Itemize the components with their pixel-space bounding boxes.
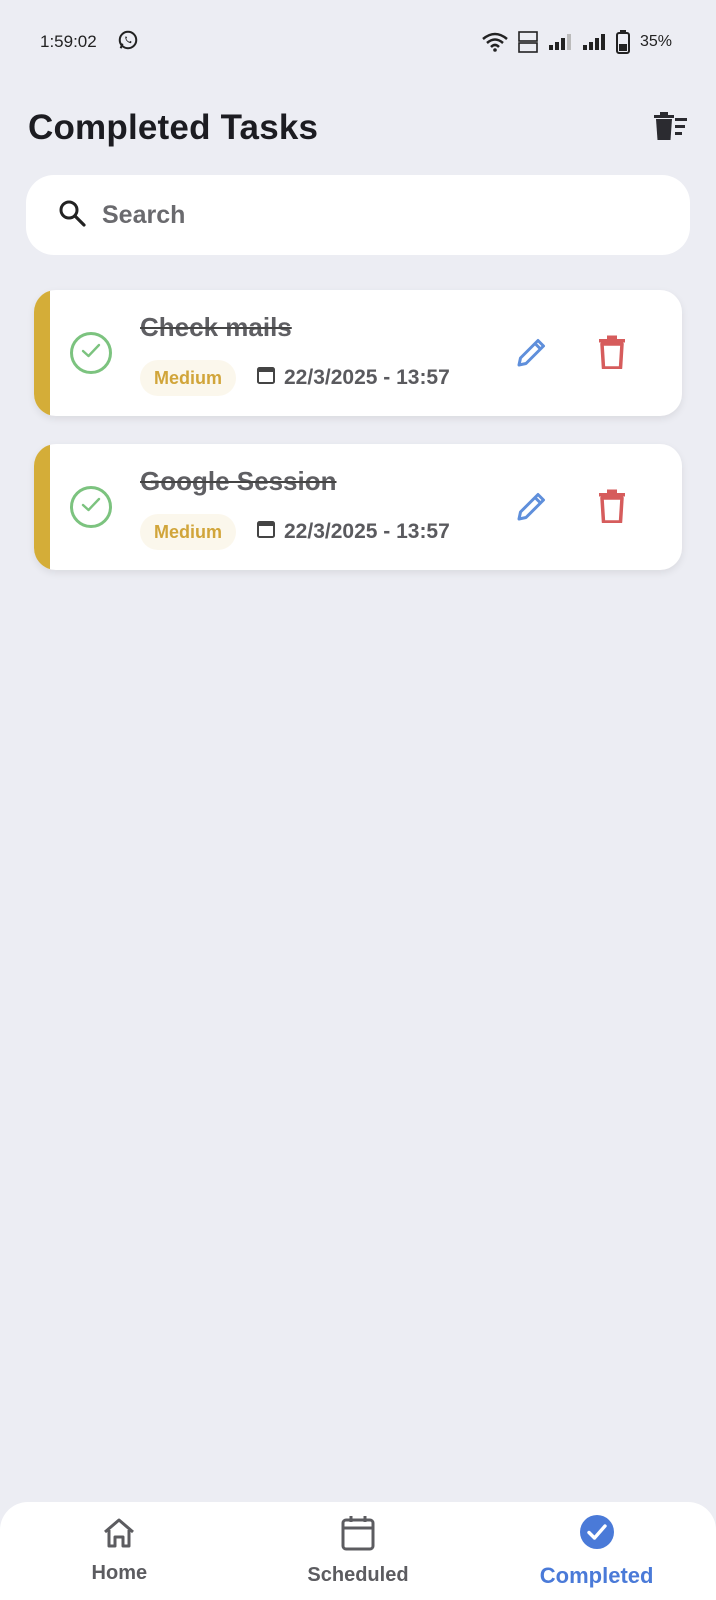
priority-stripe	[34, 290, 50, 416]
status-left: 1:59:02	[40, 29, 139, 56]
search-box[interactable]	[26, 175, 690, 255]
status-right: 35%	[482, 30, 672, 54]
edit-button[interactable]	[510, 486, 554, 530]
delete-button[interactable]	[590, 486, 634, 530]
completed-toggle[interactable]	[70, 332, 112, 374]
volte-icon	[518, 31, 538, 53]
check-circle-icon	[579, 1514, 615, 1555]
calendar-icon	[256, 519, 276, 545]
battery-percent: 35%	[639, 33, 672, 50]
task-datetime: 22/3/2025 - 13:57	[284, 366, 450, 389]
priority-badge: Medium	[140, 514, 237, 550]
nav-label-scheduled: Scheduled	[307, 1564, 409, 1586]
edit-button[interactable]	[510, 332, 554, 376]
home-icon	[102, 1517, 136, 1554]
priority-stripe	[34, 444, 50, 570]
check-icon	[81, 497, 101, 518]
priority-badge: Medium	[140, 360, 237, 396]
task-list: Check mails Medium 22/3/2025 - 13:57 Goo…	[34, 290, 682, 598]
status-bar: 1:59:02 35%	[0, 0, 716, 84]
nav-label-completed: Completed	[539, 1562, 654, 1588]
delete-button[interactable]	[590, 332, 634, 376]
screen: 1:59:02 35% Completed Tasks Search Check…	[0, 0, 716, 1600]
bottom-nav: Home Scheduled Completed	[0, 1502, 716, 1600]
task-card[interactable]: Check mails Medium 22/3/2025 - 13:57	[34, 290, 682, 416]
pencil-icon	[515, 489, 549, 528]
trash-clear-icon	[652, 111, 688, 146]
search-icon	[58, 199, 86, 232]
task-title: Check mails	[140, 312, 292, 342]
nav-item-scheduled[interactable]: Scheduled	[258, 1506, 458, 1596]
clear-all-button[interactable]	[646, 104, 694, 152]
task-date: 22/3/2025 - 13:57	[256, 514, 450, 550]
search-input[interactable]	[102, 200, 662, 230]
pencil-icon	[515, 335, 549, 374]
calendar-icon	[341, 1515, 375, 1556]
whatsapp-icon	[117, 29, 139, 56]
signal-icon-2	[582, 33, 606, 51]
task-date: 22/3/2025 - 13:57	[256, 360, 450, 396]
trash-icon	[598, 335, 626, 374]
nav-label-home: Home	[91, 1562, 148, 1584]
nav-item-completed[interactable]: Completed	[497, 1506, 697, 1596]
nav-item-home[interactable]: Home	[19, 1506, 219, 1596]
header: Completed Tasks	[28, 100, 694, 156]
trash-icon	[598, 489, 626, 528]
check-icon	[81, 343, 101, 364]
signal-icon	[548, 33, 572, 51]
task-datetime: 22/3/2025 - 13:57	[284, 520, 450, 543]
page-title: Completed Tasks	[28, 108, 319, 147]
wifi-icon	[482, 32, 508, 52]
battery-icon	[615, 30, 630, 54]
task-title: Google Session	[140, 466, 337, 496]
completed-toggle[interactable]	[70, 486, 112, 528]
status-time: 1:59:02	[40, 32, 97, 51]
task-card[interactable]: Google Session Medium 22/3/2025 - 13:57	[34, 444, 682, 570]
calendar-icon	[256, 365, 276, 391]
